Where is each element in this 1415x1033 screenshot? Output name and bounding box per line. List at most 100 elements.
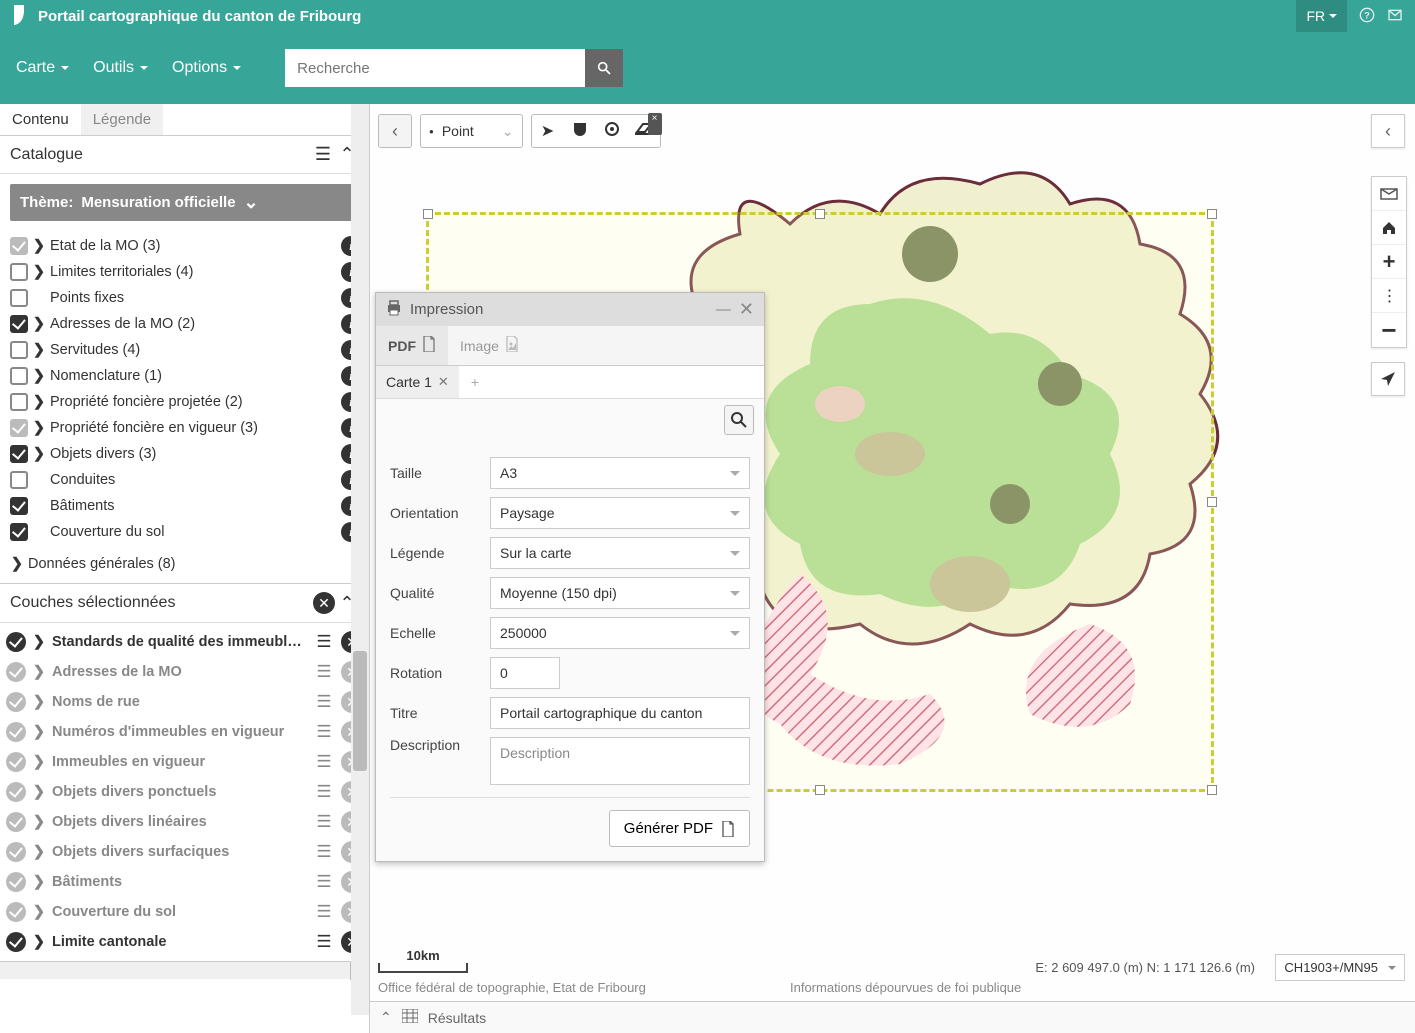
layer-menu-icon[interactable]: ☰ [313,722,335,742]
chevron-right-icon[interactable]: ❯ [32,368,46,384]
print-zoom-icon[interactable] [724,405,754,435]
visibility-toggle-icon[interactable] [6,752,26,772]
chevron-right-icon[interactable]: ❯ [32,342,46,358]
chevron-right-icon[interactable]: ❯ [32,420,46,436]
menu-options[interactable]: Options [172,59,241,77]
print-dialog-header[interactable]: Impression — ✕ [376,293,764,326]
layer-menu-icon[interactable]: ☰ [313,662,335,682]
select-orientation[interactable]: Paysage [490,497,750,529]
menu-carte[interactable]: Carte [16,59,69,77]
search-input[interactable] [285,49,585,87]
selected-layer-item[interactable]: ❯Limite cantonale☰✕ [6,927,363,957]
chevron-right-icon[interactable]: ❯ [32,904,46,920]
tab-contenu[interactable]: Contenu [0,104,81,135]
selected-layer-item[interactable]: ❯Numéros d'immeubles en vigueur☰✕ [6,717,363,747]
tool-close-icon[interactable]: × [648,113,662,135]
print-map-tab-1[interactable]: Carte 1✕ [376,366,459,398]
select-echelle[interactable]: 250000 [490,617,750,649]
dialog-minimize-icon[interactable]: — [716,301,731,318]
panel-toggle-right[interactable]: ‹ [1371,114,1405,148]
layer-checkbox[interactable] [10,289,28,307]
tab-image[interactable]: Image [448,326,531,365]
srs-selector[interactable]: CH1903+/MN95 [1275,954,1405,981]
dialog-close-icon[interactable]: ✕ [739,299,754,320]
layer-checkbox[interactable] [10,523,28,541]
results-bar[interactable]: ⌃ Résultats [370,1001,1415,1033]
layer-checkbox[interactable] [10,367,28,385]
visibility-toggle-icon[interactable] [6,662,26,682]
catalogue-menu-icon[interactable]: ☰ [311,144,335,165]
chevron-right-icon[interactable]: ❯ [32,316,46,332]
selected-layer-item[interactable]: ❯Objets divers surfaciques☰✕ [6,837,363,867]
chevron-right-icon[interactable]: ❯ [32,634,46,650]
generate-pdf-button[interactable]: Générer PDF [609,810,750,847]
selected-layer-item[interactable]: ❯Immeubles en vigueur☰✕ [6,747,363,777]
selected-layer-item[interactable]: ❯Objets divers linéaires☰✕ [6,807,363,837]
layer-checkbox[interactable] [10,419,28,437]
selected-layer-item[interactable]: ❯Objets divers ponctuels☰✕ [6,777,363,807]
tree-item[interactable]: ❯Propriété foncière projetée (2)i [10,389,361,415]
visibility-toggle-icon[interactable] [6,932,26,952]
layer-checkbox[interactable] [10,497,28,515]
layer-menu-icon[interactable]: ☰ [313,872,335,892]
chevron-right-icon[interactable]: ❯ [32,446,46,462]
layer-menu-icon[interactable]: ☰ [313,932,335,952]
layer-checkbox[interactable] [10,237,28,255]
visibility-toggle-icon[interactable] [6,812,26,832]
chevron-right-icon[interactable]: ❯ [32,394,46,410]
help-icon[interactable]: ? [1359,7,1375,26]
home-icon[interactable] [1372,211,1406,245]
zoom-out-icon[interactable]: − [1372,313,1406,347]
select-taille[interactable]: A3 [490,457,750,489]
chevron-right-icon[interactable]: ❯ [32,754,46,770]
results-expand-icon[interactable]: ⌃ [380,1009,392,1026]
selected-layer-item[interactable]: ❯Standards de qualité des immeubles en v… [6,627,363,657]
layer-checkbox[interactable] [10,445,28,463]
target-tool-icon[interactable] [596,121,628,142]
visibility-toggle-icon[interactable] [6,842,26,862]
chevron-right-icon[interactable]: ❯ [32,238,46,254]
sidebar-vscroll[interactable] [351,104,369,1015]
chevron-right-icon[interactable]: ❯ [32,264,46,280]
layer-menu-icon[interactable]: ☰ [313,782,335,802]
tree-item[interactable]: Conduitesi [10,467,361,493]
select-qualite[interactable]: Moyenne (150 dpi) [490,577,750,609]
tree-item[interactable]: ❯Propriété foncière en vigueur (3)i [10,415,361,441]
chevron-right-icon[interactable]: ❯ [32,694,46,710]
snap-tool-icon[interactable] [564,121,596,142]
panel-toggle-left[interactable]: ‹ [378,114,412,148]
layer-menu-icon[interactable]: ☰ [313,632,335,652]
input-description[interactable]: Description [490,737,750,785]
visibility-toggle-icon[interactable] [6,632,26,652]
tree-item-general[interactable]: ❯Données générales (8) [10,553,361,575]
visibility-toggle-icon[interactable] [6,692,26,712]
layer-menu-icon[interactable]: ☰ [313,902,335,922]
layer-checkbox[interactable] [10,315,28,333]
tab-legende[interactable]: Légende [81,104,163,135]
results-grid-icon[interactable] [402,1009,418,1026]
layer-menu-icon[interactable]: ☰ [313,692,335,712]
layer-menu-icon[interactable]: ☰ [313,812,335,832]
mail-icon[interactable] [1387,7,1403,26]
more-icon[interactable]: ⋮ [1372,279,1406,313]
visibility-toggle-icon[interactable] [6,902,26,922]
clear-selected-icon[interactable]: ✕ [313,592,335,614]
tree-item[interactable]: Couverture du soli [10,519,361,545]
selected-layer-item[interactable]: ❯Adresses de la MO☰✕ [6,657,363,687]
tree-item[interactable]: ❯Nomenclature (1)i [10,363,361,389]
menu-outils[interactable]: Outils [93,59,148,77]
tab-pdf[interactable]: PDF [376,326,448,365]
input-rotation[interactable]: 0 [490,657,560,689]
tree-item[interactable]: ❯Servitudes (4)i [10,337,361,363]
language-selector[interactable]: FR [1296,0,1347,32]
layer-menu-icon[interactable]: ☰ [313,842,335,862]
chevron-right-icon[interactable]: ❯ [32,784,46,800]
geometry-select[interactable]: ● Point ⌄ [420,114,523,148]
layer-checkbox[interactable] [10,471,28,489]
chevron-right-icon[interactable]: ❯ [32,814,46,830]
add-map-tab[interactable]: + [459,366,491,398]
chevron-right-icon[interactable]: ❯ [32,664,46,680]
search-button[interactable] [585,49,623,87]
zoom-in-icon[interactable]: + [1372,245,1406,279]
sidebar-hscroll[interactable] [0,961,369,979]
